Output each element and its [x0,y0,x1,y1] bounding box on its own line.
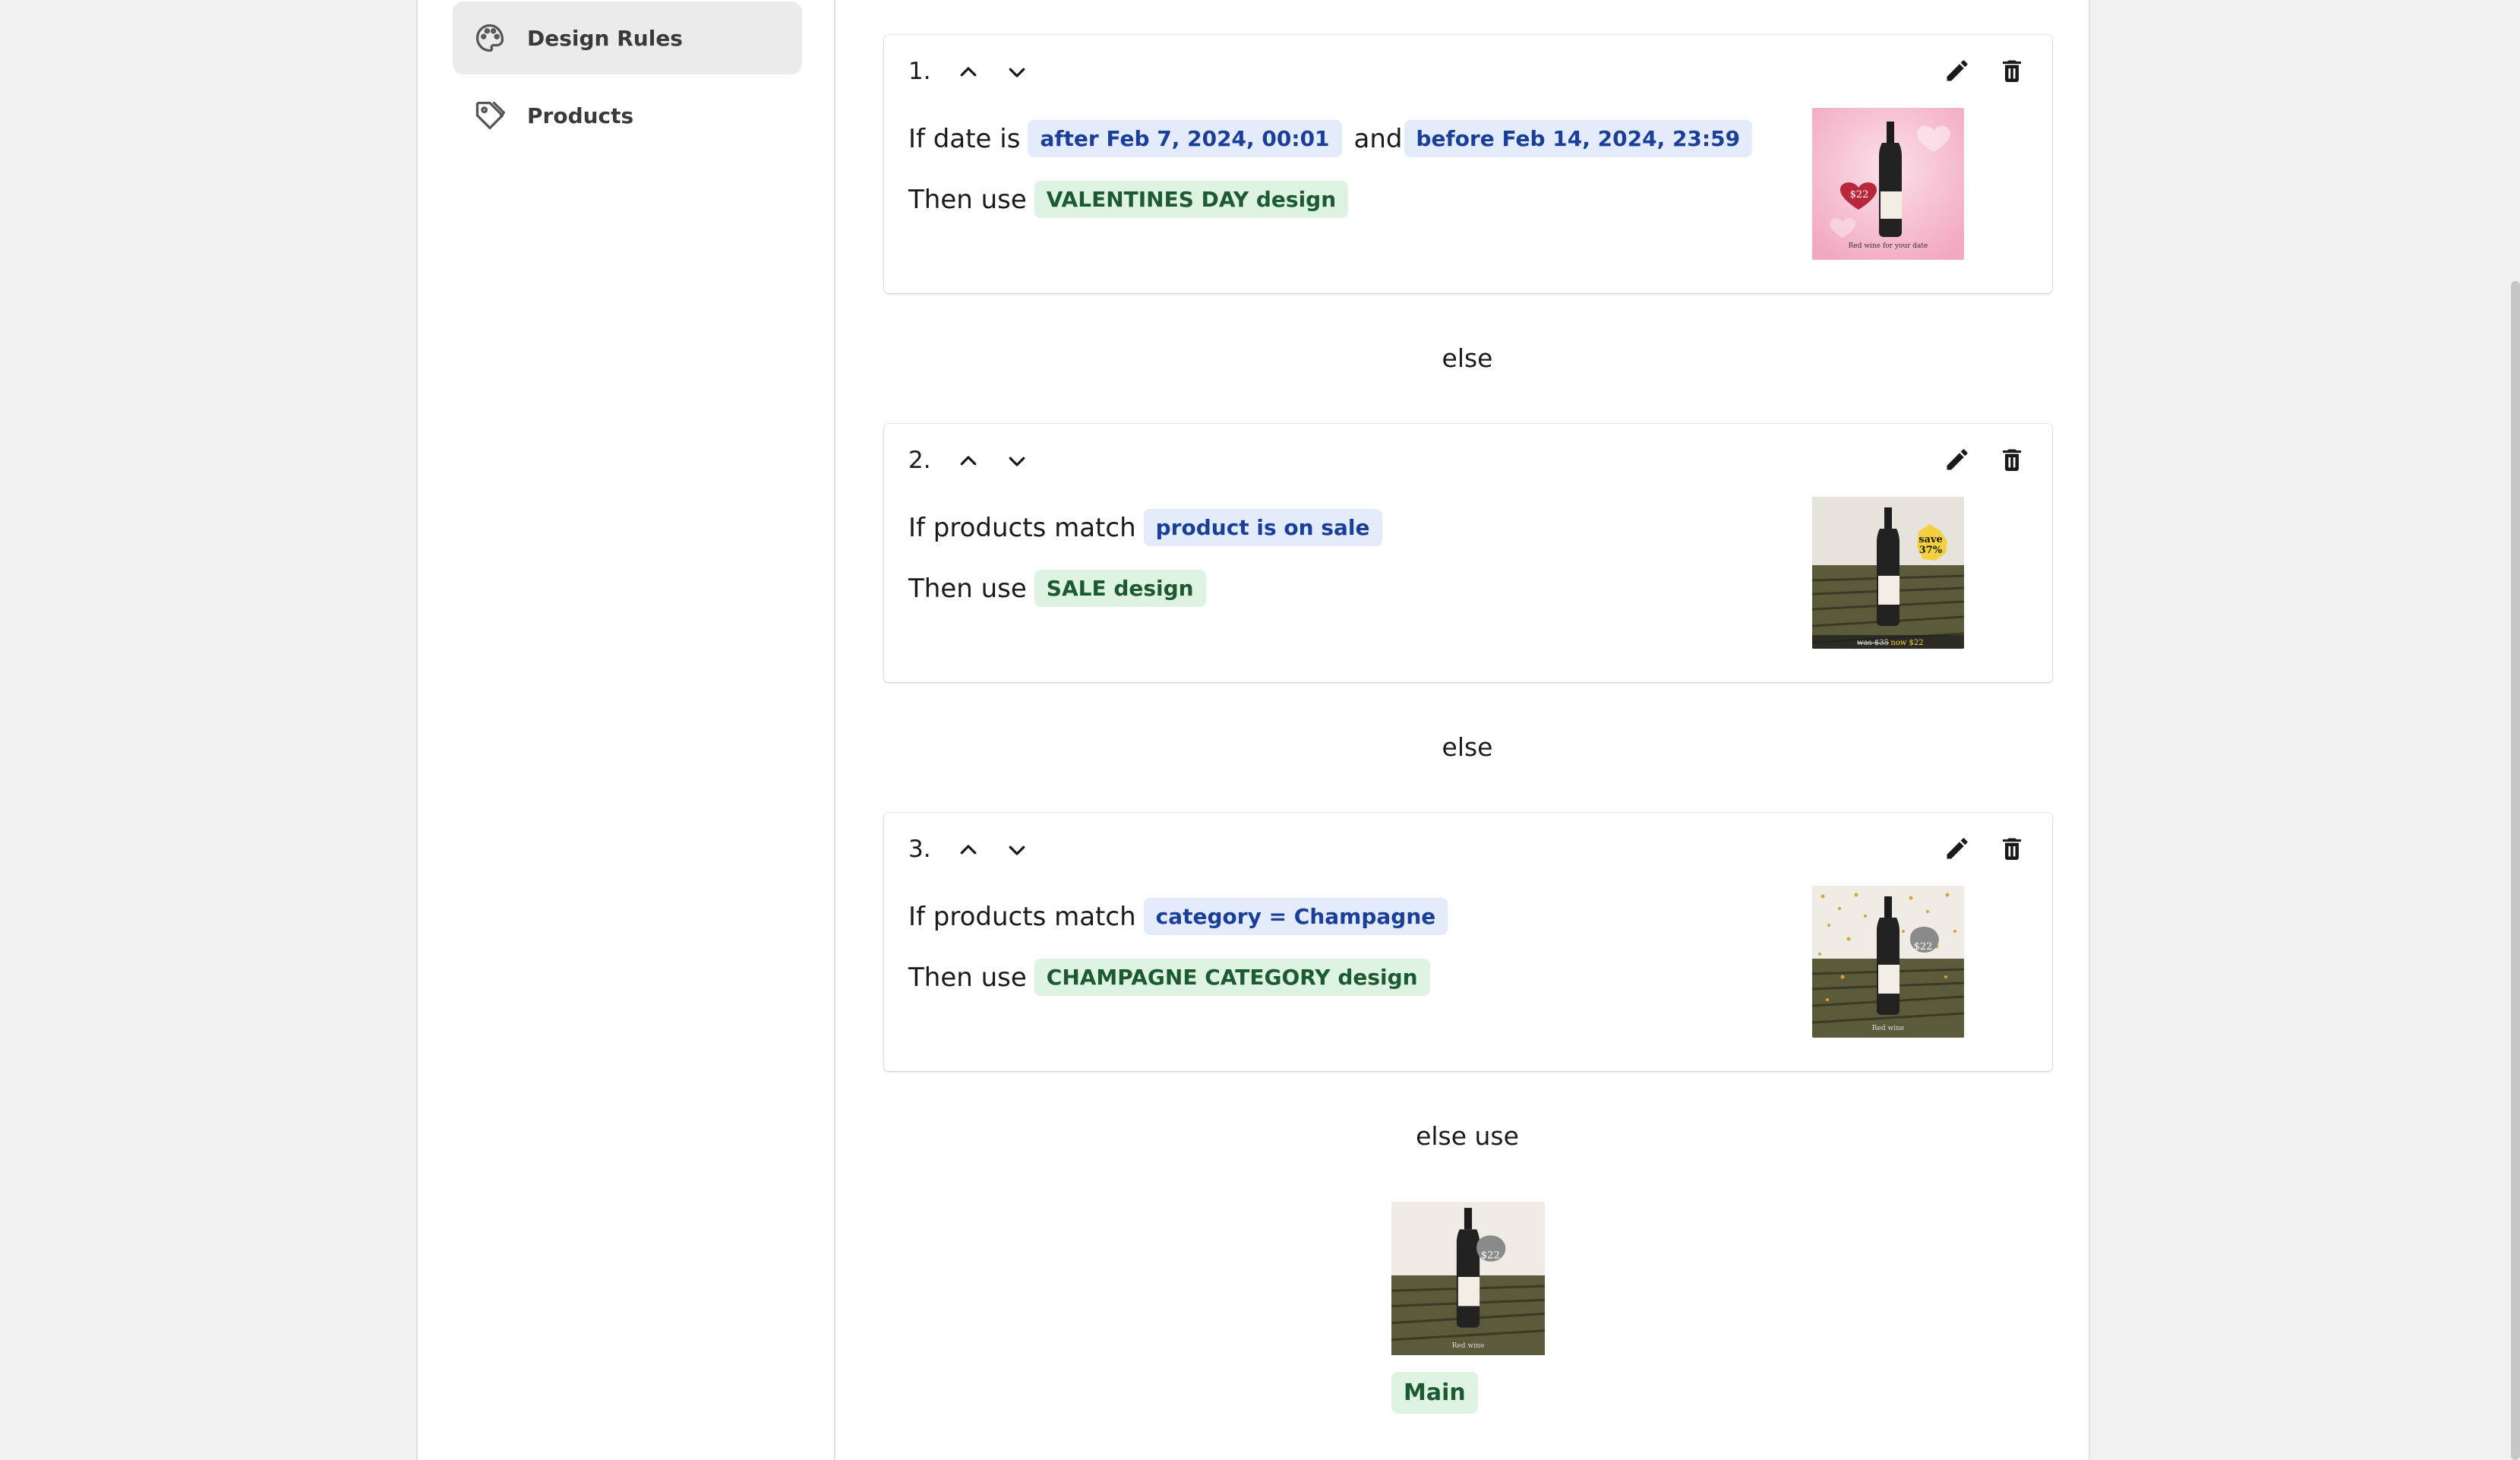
condition-line: If products match product is on sale [908,509,1382,546]
condition-joiner: and [1353,123,1403,154]
preview-price: $22 [1850,189,1869,201]
trash-icon [2003,838,2021,860]
condition-prefix: If products match [908,512,1136,543]
tag-icon [472,98,507,133]
rule-number: 3. [908,836,931,863]
preview-caption: Red wine [1452,1342,1485,1350]
design-preview-valentines: $22 Red wine for your date [1812,108,1964,260]
pencil-icon [1947,449,1968,470]
condition-prefix: If date is [908,123,1021,154]
rule-number: 1. [908,58,931,85]
default-design-tag: Main [1391,1372,1478,1414]
edit-button[interactable] [1938,441,1976,479]
action-prefix: Then use [908,184,1027,215]
condition-tag: after Feb 7, 2024, 00:01 [1028,120,1342,157]
condition-tag: product is on sale [1143,509,1382,546]
condition-prefix: If products match [908,901,1136,932]
pencil-icon [1947,60,1968,81]
preview-price: $22 [1481,1250,1500,1262]
else-use-separator: else use [1416,1121,1519,1151]
preview-badge-percent: 37% [1919,545,1943,556]
chevron-up-icon [960,456,977,466]
sidebar-item-label: Products [527,103,634,128]
preview-was-price: was $35 [1857,639,1889,647]
move-down-button[interactable] [999,833,1034,867]
edit-button[interactable] [1938,830,1976,867]
condition-line: If date is after Feb 7, 2024, 00:01 and … [908,120,1753,157]
scrollbar[interactable] [2511,281,2520,1460]
sidebar-item-design-rules[interactable]: Design Rules [453,2,802,74]
preview-now-price: now $22 [1890,639,1923,647]
move-down-button[interactable] [999,444,1034,479]
condition-tag: category = Champagne [1143,898,1448,935]
preview-badge: save [1918,534,1943,545]
rule-card: 2. If products match product is on sale … [884,424,2052,682]
default-design-preview[interactable]: $22 Red wine [1391,1202,1545,1355]
design-tag: SALE design [1034,570,1206,607]
action-prefix: Then use [908,962,1027,993]
delete-button[interactable] [1993,52,2031,90]
else-separator: else [1442,343,1493,373]
chevron-down-icon [1009,457,1025,466]
chevron-up-icon [960,67,977,77]
preview-price: $22 [1914,941,1933,953]
move-up-button[interactable] [951,55,986,90]
chevron-down-icon [1009,845,1025,855]
sidebar-item-label: Design Rules [527,25,683,51]
rule-card: 1. If date is after Feb 7, 2024, 00:01 a… [884,35,2052,293]
action-prefix: Then use [908,573,1027,604]
chevron-down-icon [1009,68,1025,77]
rule-card: 3. If products match category = Champagn… [884,813,2052,1071]
move-down-button[interactable] [999,55,1034,90]
trash-icon [2003,60,2021,82]
sidebar: Design Rules Products [416,0,835,1460]
design-preview-sale: save 37% was $35 now $22 [1812,497,1964,649]
design-tag: VALENTINES DAY design [1034,181,1349,218]
action-line: Then use VALENTINES DAY design [908,181,1349,218]
sidebar-item-products[interactable]: Products [453,79,802,152]
palette-icon [472,21,507,55]
preview-caption: Red wine [1872,1025,1904,1032]
rule-number: 2. [908,447,931,474]
move-up-button[interactable] [951,833,986,867]
move-up-button[interactable] [951,444,986,479]
delete-button[interactable] [1993,830,2031,867]
condition-tag: before Feb 14, 2024, 23:59 [1404,120,1753,157]
design-tag: CHAMPAGNE CATEGORY design [1034,959,1430,996]
trash-icon [2003,449,2021,471]
condition-line: If products match category = Champagne [908,898,1448,935]
pencil-icon [1947,838,1968,859]
action-line: Then use CHAMPAGNE CATEGORY design [908,959,1430,996]
edit-button[interactable] [1938,52,1976,90]
else-separator: else [1442,732,1493,762]
action-line: Then use SALE design [908,570,1206,607]
chevron-up-icon [960,845,977,855]
design-preview-champagne: $22 Red wine [1812,886,1964,1038]
delete-button[interactable] [1993,441,2031,479]
preview-caption: Red wine for your date [1849,242,1928,250]
